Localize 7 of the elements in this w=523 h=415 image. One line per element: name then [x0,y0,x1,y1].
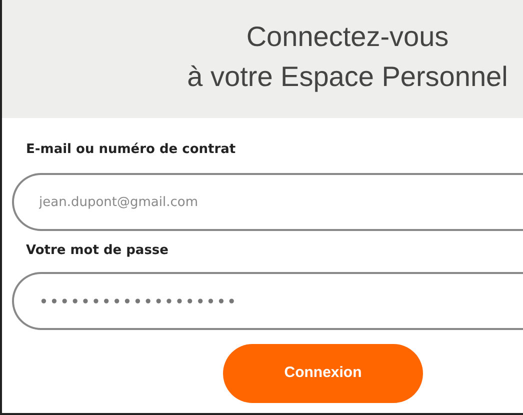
login-button[interactable]: Connexion [223,344,423,403]
email-field[interactable]: jean.dupont@gmail.com [12,173,523,231]
field-label: Votre mot de passe [26,243,170,259]
password-field[interactable]: ••••••••••••••••••• [12,272,523,330]
page-title: à votre Espace Personnel [187,60,508,94]
page-title: Connectez-vous [246,20,449,54]
field-label: E-mail ou numéro de contrat [26,142,237,158]
